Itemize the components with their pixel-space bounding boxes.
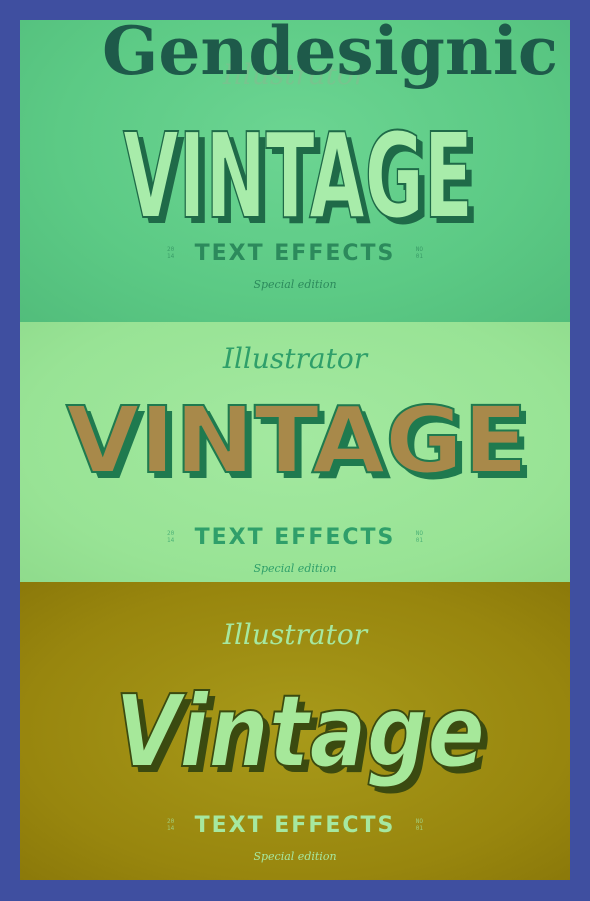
panel-light-green: Illustrator VINTAGE VINTAGE 20 14 TEXT EF… (20, 322, 570, 582)
year-tag: 20 14 (166, 246, 175, 260)
year-tag: 20 14 (166, 818, 175, 832)
headline: Vintage (115, 673, 485, 790)
script-title: Illustrator (222, 342, 368, 375)
script-title: Illustrator (222, 618, 368, 651)
poster: Illustrator VINTAGE VINTAGE 20 14 TEXT EF… (20, 20, 570, 880)
edition-label: Special edition (253, 278, 337, 291)
number-tag: NO 01 (415, 246, 423, 260)
subtitle-row: 20 14 TEXT EFFECTS NO 01 (20, 810, 570, 840)
number-tag: NO 01 (415, 818, 423, 832)
subtitle: TEXT EFFECTS (194, 812, 396, 838)
subtitle: TEXT EFFECTS (194, 240, 396, 266)
headline: VINTAGE (66, 392, 528, 494)
subtitle: TEXT EFFECTS (194, 524, 396, 550)
panel-olive: Illustrator Vintage Vintage 20 14 TEXT EF… (20, 582, 570, 880)
year-tag: 20 14 (166, 530, 175, 544)
headline-graphic: VINTAGE VINTAGE (122, 106, 479, 245)
edition-label: Special edition (253, 850, 337, 863)
subtitle-row: 20 14 TEXT EFFECTS NO 01 (20, 238, 570, 268)
subtitle-row: 20 14 TEXT EFFECTS NO 01 (20, 522, 570, 552)
number-tag: NO 01 (415, 530, 423, 544)
headline: VINTAGE (123, 107, 473, 245)
edition-label: Special edition (253, 562, 337, 575)
headline-graphic: VINTAGE VINTAGE (65, 392, 534, 500)
watermark-title: Gendesignic (102, 12, 559, 90)
headline-graphic: Vintage Vintage (114, 672, 491, 796)
